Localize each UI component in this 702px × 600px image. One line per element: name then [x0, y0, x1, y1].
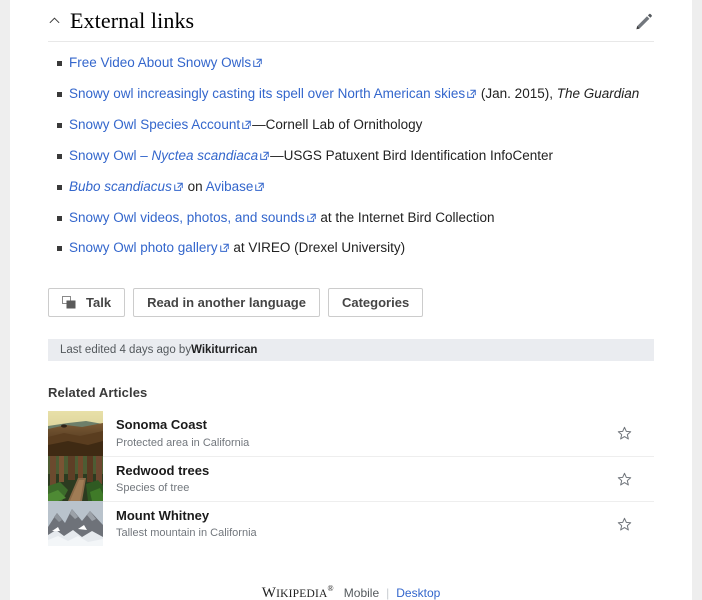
wordmark-rest: IKIPEDIA	[276, 588, 328, 600]
related-article-title: Redwood trees	[116, 462, 210, 478]
snowy-mountain-thumbnail	[48, 501, 103, 547]
related-article-description: Protected area in California	[116, 436, 250, 449]
link-text-italic: Bubo scandiacus	[69, 178, 172, 194]
section-title: External links	[70, 8, 195, 33]
external-link-secondary[interactable]: Avibase	[206, 179, 254, 194]
external-links-list: Free Video About Snowy Owls Snowy owl in…	[48, 42, 654, 257]
wikipedia-wordmark: WIKIPEDIA®	[262, 584, 334, 600]
external-link-icon	[306, 213, 317, 223]
footer-mobile-label: Mobile	[343, 586, 380, 600]
link-text-italic: Nyctea scandiaca	[151, 147, 259, 163]
star-outline-icon[interactable]	[617, 472, 632, 487]
external-link[interactable]: Snowy Owl videos, photos, and sounds	[69, 210, 305, 225]
external-link-icon	[173, 182, 184, 192]
related-articles-heading: Related Articles	[48, 385, 148, 401]
footer-top-row: WIKIPEDIA® Mobile | Desktop	[48, 584, 654, 600]
external-link[interactable]: Snowy Owl – Nyctea scandiaca	[69, 148, 258, 163]
link-suffix: at VIREO (Drexel University)	[229, 240, 406, 256]
external-link[interactable]: Bubo scandiacus	[69, 179, 172, 194]
wordmark-w: W	[261, 585, 277, 600]
last-editor-username[interactable]: Wikiturrican	[191, 344, 257, 356]
redwood-forest-thumbnail	[48, 456, 103, 502]
publication-name: The Guardian	[556, 86, 640, 102]
talk-button[interactable]: Talk	[48, 288, 126, 318]
related-article-title: Sonoma Coast	[116, 417, 208, 433]
last-edited-bar[interactable]: Last edited 4 days ago by Wikiturrican	[48, 339, 654, 362]
mobile-article-page: External links Free Video About Snowy Ow…	[10, 0, 692, 600]
external-link-icon	[259, 151, 270, 161]
read-another-language-label: Read in another language	[147, 295, 306, 311]
related-article-description: Species of tree	[116, 482, 190, 495]
star-outline-icon[interactable]	[617, 426, 632, 441]
list-item: Bubo scandiacus on Avibase	[48, 179, 654, 196]
list-item: Snowy Owl – Nyctea scandiaca —USGS Patuxe…	[48, 148, 654, 165]
last-edited-prefix: Last edited 4 days ago by	[60, 344, 192, 357]
categories-label: Categories	[341, 295, 410, 311]
link-suffix: on	[183, 178, 206, 194]
list-item[interactable]: Redwood trees Species of tree	[48, 456, 654, 502]
external-link-icon	[466, 89, 477, 99]
list-item: Snowy owl increasingly casting its spell…	[48, 86, 654, 103]
external-links-section-header: External links	[48, 0, 654, 43]
link-suffix: —USGS Patuxent Bird Identification InfoC…	[270, 147, 553, 163]
page-content: External links Free Video About Snowy Ow…	[10, 0, 692, 600]
footer-separator: |	[386, 586, 390, 600]
related-article-description: Tallest mountain in California	[116, 527, 257, 540]
link-suffix: —Cornell Lab of Ornithology	[252, 116, 423, 132]
external-link-icon	[241, 120, 252, 130]
wordmark-registered-mark: ®	[327, 584, 334, 594]
talk-pages-icon	[62, 295, 77, 310]
external-link[interactable]: Snowy Owl Species Account	[69, 117, 240, 132]
chevron-up-icon[interactable]	[48, 14, 61, 27]
list-item: Snowy Owl photo gallery at VIREO (Drexel…	[48, 240, 654, 257]
related-article-star-cell[interactable]	[594, 501, 654, 546]
external-link[interactable]: Snowy Owl photo gallery	[69, 240, 218, 255]
external-link[interactable]: Free Video About Snowy Owls	[69, 55, 251, 70]
read-in-another-language-button[interactable]: Read in another language	[133, 288, 320, 318]
star-outline-icon[interactable]	[617, 517, 632, 532]
related-article-text: Sonoma Coast Protected area in Californi…	[103, 411, 594, 456]
coastal-landscape-thumbnail	[48, 411, 103, 457]
related-article-text: Mount Whitney Tallest mountain in Califo…	[103, 501, 594, 546]
page-footer: WIKIPEDIA® Mobile | Desktop Content is a…	[48, 546, 654, 600]
related-articles-list: Sonoma Coast Protected area in Californi…	[48, 411, 654, 547]
external-link-icon	[254, 182, 265, 192]
footer-desktop-link[interactable]: Desktop	[396, 586, 440, 600]
link-suffix: at the Internet Bird Collection	[316, 209, 495, 225]
list-item[interactable]: Mount Whitney Tallest mountain in Califo…	[48, 501, 654, 547]
link-text: Snowy Owl –	[69, 147, 152, 163]
related-article-star-cell[interactable]	[594, 456, 654, 501]
list-item[interactable]: Sonoma Coast Protected area in Californi…	[48, 411, 654, 457]
external-link[interactable]: Snowy owl increasingly casting its spell…	[69, 86, 465, 101]
related-article-title: Mount Whitney	[116, 507, 210, 523]
list-item: Free Video About Snowy Owls	[48, 55, 654, 72]
pencil-icon[interactable]	[634, 11, 654, 31]
talk-button-label: Talk	[86, 295, 112, 311]
external-link-icon	[219, 243, 230, 253]
page-actions-toolbar: Talk Read in another language Categories	[48, 271, 654, 339]
link-suffix: (Jan. 2015),	[477, 86, 557, 102]
related-article-text: Redwood trees Species of tree	[103, 456, 594, 501]
categories-button[interactable]: Categories	[327, 288, 424, 318]
list-item: Snowy Owl Species Account —Cornell Lab of…	[48, 117, 654, 134]
external-link-icon	[252, 58, 263, 68]
related-article-star-cell[interactable]	[594, 411, 654, 456]
list-item: Snowy Owl videos, photos, and sounds at …	[48, 210, 654, 227]
section-header-left[interactable]: External links	[48, 8, 195, 33]
